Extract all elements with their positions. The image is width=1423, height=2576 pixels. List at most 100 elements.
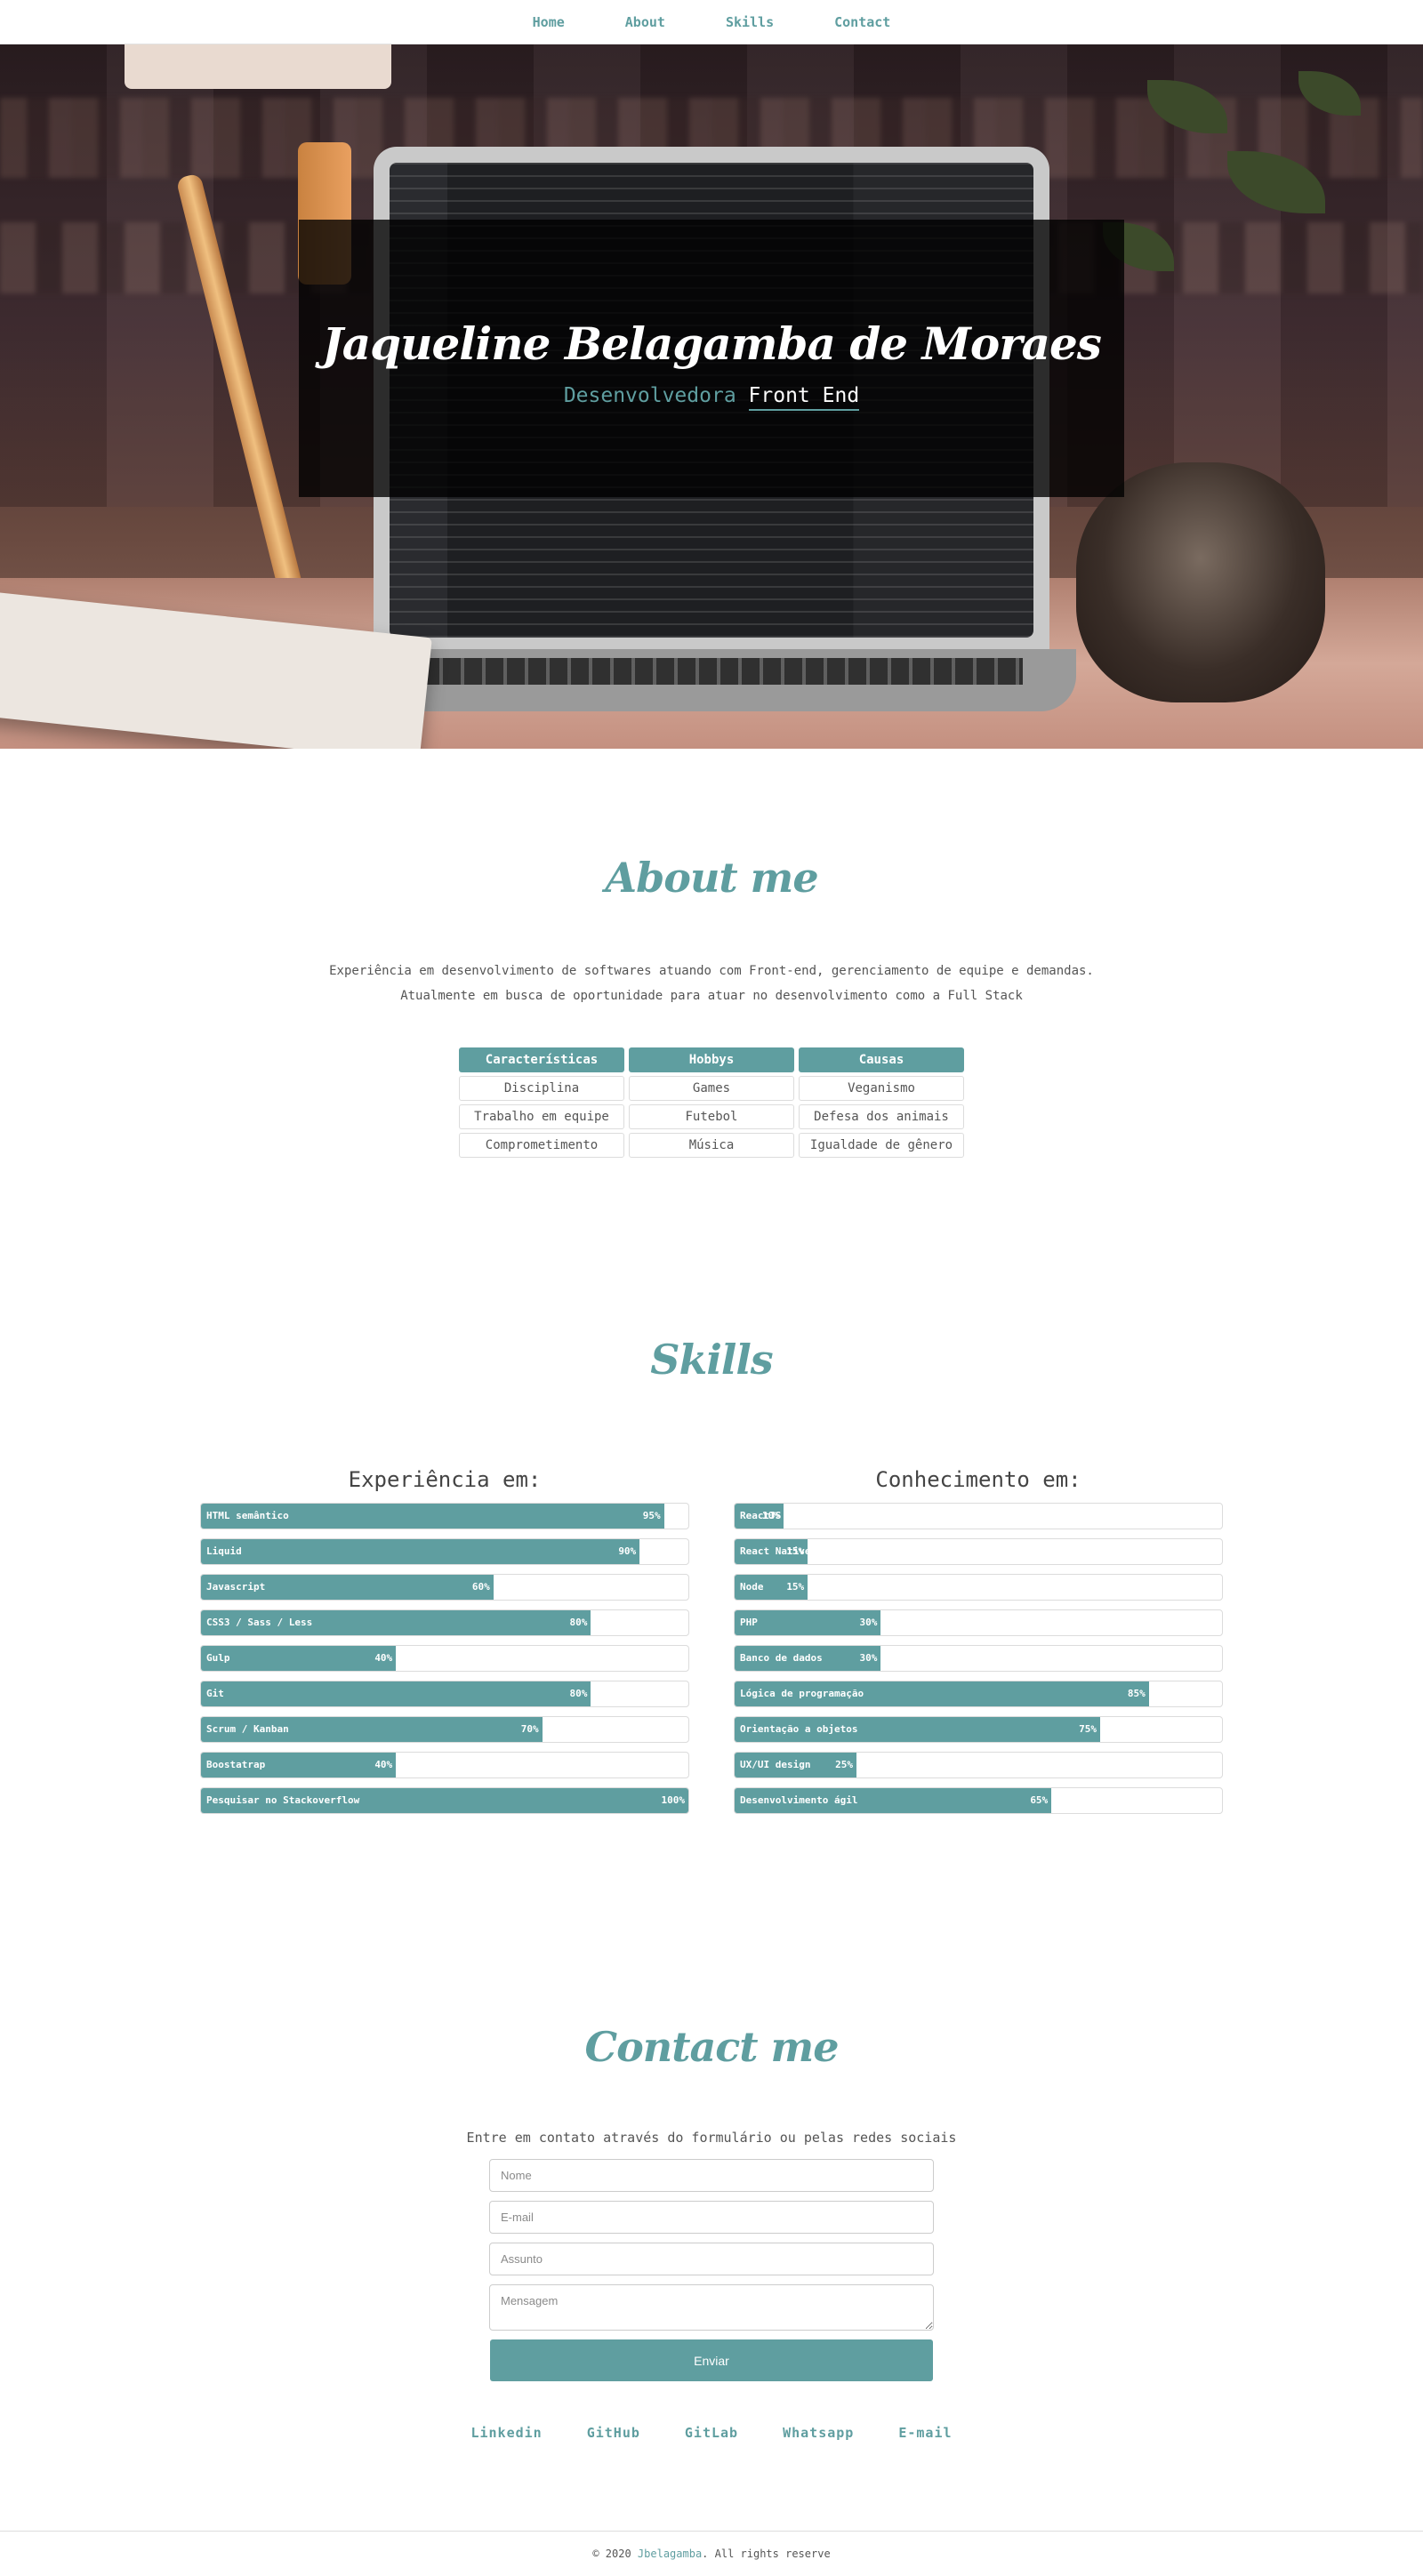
skill-bar-label: UX/UI design — [740, 1759, 811, 1770]
footer-author-link[interactable]: Jbelagamba — [638, 2548, 702, 2560]
skill-bar-label: Pesquisar no Stackoverflow — [206, 1794, 360, 1806]
skill-bar-fill — [201, 1539, 640, 1564]
social-links: Linkedin GitHub GitLab Whatsapp E-mail — [0, 2425, 1423, 2441]
about-table-cell: Música — [629, 1133, 794, 1158]
skill-bar-percent: 60% — [471, 1581, 490, 1593]
footer-rights: . All rights reserve — [702, 2548, 831, 2560]
skill-bar-label: CSS3 / Sass / Less — [206, 1617, 313, 1628]
skill-bar: PHP 30% — [734, 1609, 1223, 1636]
about-table-header: Características — [459, 1047, 624, 1072]
about-table-cell: Defesa dos animais — [799, 1104, 964, 1129]
contact-description: Entre em contato através do formulário o… — [466, 2130, 957, 2146]
skill-bar: Javascript 60% — [200, 1574, 689, 1601]
about-table-cell: Trabalho em equipe — [459, 1104, 624, 1129]
social-link-whatsapp[interactable]: Whatsapp — [783, 2425, 854, 2441]
about-description: Experiência em desenvolvimento de softwa… — [0, 959, 1423, 1008]
about-description-line: Experiência em desenvolvimento de softwa… — [329, 964, 1094, 978]
hero-lamp-shade — [125, 44, 391, 89]
contact-title: Contact me — [584, 2023, 839, 2071]
about-table-header: Hobbys — [629, 1047, 794, 1072]
skill-bar-percent: 80% — [569, 1617, 588, 1628]
skill-bar-label: Gulp — [206, 1652, 230, 1664]
skill-bar-label: Lógica de programação — [740, 1688, 864, 1699]
skills-knowledge-column: Conhecimento em: ReactJS 10% React Native 1… — [734, 1467, 1223, 1823]
social-link-email[interactable]: E-mail — [898, 2425, 952, 2441]
skill-bar-percent: 75% — [1079, 1723, 1097, 1735]
skill-bar: UX/UI design 25% — [734, 1752, 1223, 1778]
skill-bar: Gulp 40% — [200, 1645, 689, 1672]
about-title: About me — [605, 854, 818, 902]
about-table-cell: Games — [629, 1076, 794, 1101]
subject-field[interactable] — [489, 2243, 934, 2275]
skill-bar: CSS3 / Sass / Less 80% — [200, 1609, 689, 1636]
skill-bar-label: Git — [206, 1688, 224, 1699]
social-link-linkedin[interactable]: Linkedin — [470, 2425, 542, 2441]
email-field[interactable] — [489, 2201, 934, 2234]
submit-button[interactable]: Enviar — [490, 2339, 933, 2381]
skill-bar: Git 80% — [200, 1681, 689, 1707]
hero-role: Desenvolvedora — [563, 383, 736, 407]
skills-knowledge-list: ReactJS 10% React Native 15% Node 15% PHP 30% Ba… — [734, 1503, 1223, 1814]
skill-bar-percent: 90% — [618, 1545, 637, 1557]
footer-copyright: © 2020 — [592, 2548, 631, 2560]
hero-banner: Jaqueline Belagamba de Moraes Desenvolve… — [0, 44, 1423, 749]
name-field[interactable] — [489, 2159, 934, 2192]
skill-bar-label: Node — [740, 1581, 764, 1593]
footer: © 2020 Jbelagamba. All rights reserve — [0, 2531, 1423, 2576]
skill-bar-percent: 15% — [786, 1545, 805, 1557]
skill-bar-percent: 40% — [374, 1759, 393, 1770]
skill-bar-percent: 30% — [859, 1652, 878, 1664]
skill-bar-percent: 65% — [1030, 1794, 1049, 1806]
hero-overlay: Jaqueline Belagamba de Moraes Desenvolve… — [299, 220, 1124, 497]
about-table: Características Hobbys Causas Disciplina… — [459, 1047, 964, 1158]
hero-laptop-keyboard — [400, 658, 1023, 685]
skill-bar-percent: 100% — [661, 1794, 686, 1806]
skills-experience-list: HTML semântico 95% Liquid 90% Javascript 60% C… — [200, 1503, 689, 1814]
nav-link-skills[interactable]: Skills — [726, 14, 774, 30]
skill-bar-label: Orientação a objetos — [740, 1723, 858, 1735]
skill-bar: Boostatrap 40% — [200, 1752, 689, 1778]
skill-bar: Banco de dados 30% — [734, 1645, 1223, 1672]
skill-bar: Scrum / Kanban 70% — [200, 1716, 689, 1743]
contact-form: Enviar — [489, 2159, 934, 2381]
hero-subtitle: Desenvolvedora Front End — [563, 383, 860, 411]
nav-link-contact[interactable]: Contact — [834, 14, 890, 30]
skill-bar: React Native 15% — [734, 1538, 1223, 1565]
skill-bar-percent: 25% — [835, 1759, 853, 1770]
skill-bar-percent: 85% — [1127, 1688, 1146, 1699]
skill-bar-label: Boostatrap — [206, 1759, 266, 1770]
skill-bar-percent: 40% — [374, 1652, 393, 1664]
skills-experience-column: Experiência em: HTML semântico 95% Liquid 9… — [200, 1467, 689, 1823]
skill-bar-label: Banco de dados — [740, 1652, 823, 1664]
hero-plant-vase — [1076, 462, 1325, 702]
skill-bar: HTML semântico 95% — [200, 1503, 689, 1529]
skill-bar-label: Desenvolvimento ágil — [740, 1794, 858, 1806]
skills-title: Skills — [650, 1336, 773, 1384]
skill-bar-percent: 15% — [786, 1581, 805, 1593]
skill-bar-label: Liquid — [206, 1545, 242, 1557]
social-link-gitlab[interactable]: GitLab — [685, 2425, 738, 2441]
about-table-cell: Comprometimento — [459, 1133, 624, 1158]
top-navbar: Home About Skills Contact — [0, 0, 1423, 44]
nav-link-about[interactable]: About — [625, 14, 665, 30]
skill-bar-percent: 80% — [569, 1688, 588, 1699]
about-description-line: Atualmente em busca de oportunidade para… — [400, 989, 1023, 1003]
nav-link-home[interactable]: Home — [533, 14, 565, 30]
about-table-cell: Disciplina — [459, 1076, 624, 1101]
skills-experience-title: Experiência em: — [348, 1467, 542, 1492]
skill-bar: Node 15% — [734, 1574, 1223, 1601]
skill-bar-percent: 30% — [859, 1617, 878, 1628]
about-table-cell: Igualdade de gênero — [799, 1133, 964, 1158]
skill-bar: Lógica de programação 85% — [734, 1681, 1223, 1707]
message-field[interactable] — [489, 2284, 934, 2331]
skill-bar-label: Scrum / Kanban — [206, 1723, 289, 1735]
skill-bar-label: Javascript — [206, 1581, 266, 1593]
skill-bar: Orientação a objetos 75% — [734, 1716, 1223, 1743]
social-link-github[interactable]: GitHub — [587, 2425, 640, 2441]
skill-bar: Liquid 90% — [200, 1538, 689, 1565]
hero-role-highlight: Front End — [748, 383, 860, 411]
about-table-header: Causas — [799, 1047, 964, 1072]
skill-bar-percent: 95% — [642, 1510, 661, 1521]
about-table-cell: Veganismo — [799, 1076, 964, 1101]
skill-bar: Desenvolvimento ágil 65% — [734, 1787, 1223, 1814]
